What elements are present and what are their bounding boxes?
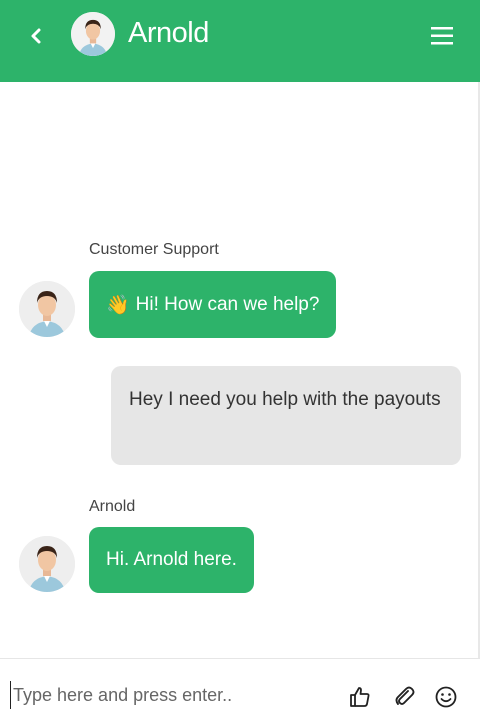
message-bubble-outgoing: Hey I need you help with the payouts [111,366,461,465]
message-input[interactable] [10,681,330,709]
chat-title: Arnold [128,17,209,49]
header-avatar [71,12,115,56]
smiley-icon [435,686,457,708]
message-text: Hi! How can we help? [135,293,320,315]
message-bubble-incoming: Hi. Arnold here. [89,527,254,593]
avatar [19,536,75,592]
message-bubble-incoming: 👋 Hi! How can we help? [89,271,337,338]
thumbs-up-icon [350,687,370,707]
message-text: Hi. Arnold here. [106,549,237,570]
avatar [19,281,75,337]
message-text: Hey I need you help with the payouts [129,389,441,410]
message-list[interactable]: Customer Support 👋 Hi! How can we help? … [0,82,480,658]
attach-button[interactable] [393,685,417,709]
hamburger-menu-icon [431,27,453,45]
message-sender: Customer Support [89,241,219,258]
message-composer [0,658,480,723]
thumbs-up-button[interactable] [348,685,372,709]
emoji-button[interactable] [434,685,458,709]
chat-header: Arnold [0,0,480,82]
message-sender: Arnold [89,498,136,515]
wave-emoji: 👋 [106,294,130,316]
menu-button[interactable] [430,24,456,48]
chevron-left-icon [31,28,41,44]
paperclip-icon [395,686,415,705]
back-button[interactable] [24,22,48,50]
